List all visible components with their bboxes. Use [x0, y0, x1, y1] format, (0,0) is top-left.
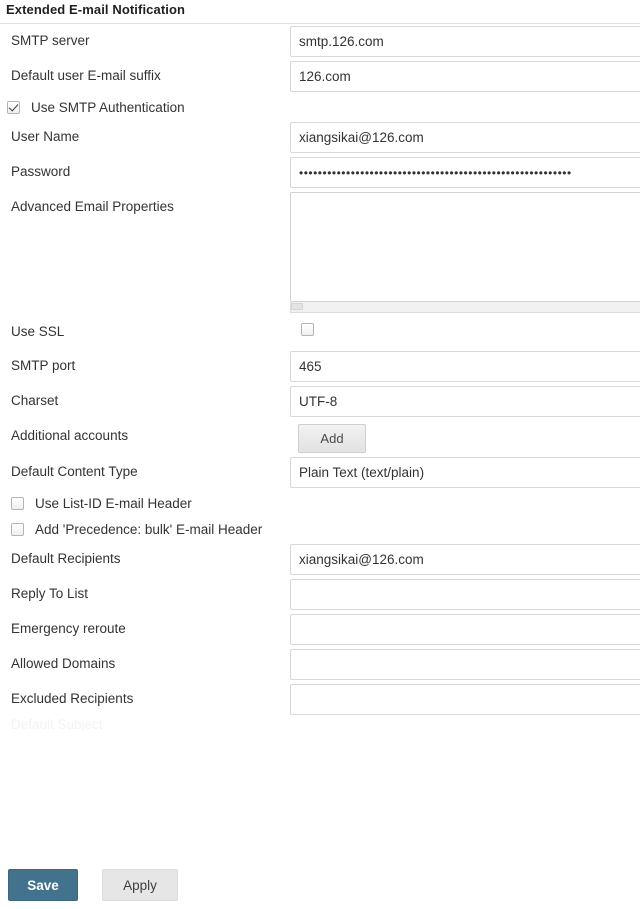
- scrollbar-thumb[interactable]: [291, 303, 303, 310]
- password-input[interactable]: [290, 157, 640, 188]
- label-charset: Charset: [11, 393, 59, 408]
- save-button[interactable]: Save: [8, 869, 78, 901]
- label-reply-to-list: Reply To List: [11, 586, 89, 601]
- row-use-ssl: Use SSL: [0, 315, 640, 349]
- row-password: Password: [0, 155, 640, 190]
- row-allowed-domains: Allowed Domains: [0, 647, 640, 682]
- use-list-id-header-label: Use List-ID E-mail Header: [35, 495, 192, 511]
- label-smtp-server: SMTP server: [11, 33, 90, 48]
- use-smtp-auth-label: Use SMTP Authentication: [31, 99, 185, 115]
- reply-to-list-input[interactable]: [290, 579, 640, 610]
- row-smtp-server: SMTP server: [0, 24, 640, 59]
- label-allowed-domains: Allowed Domains: [11, 656, 116, 671]
- row-additional-accounts: Additional accounts Add: [0, 419, 640, 455]
- settings-form: SMTP server Default user E-mail suffix U…: [0, 24, 640, 751]
- user-name-input[interactable]: [290, 122, 640, 153]
- row-user-name: User Name: [0, 120, 640, 155]
- advanced-properties-hscrollbar[interactable]: [290, 302, 640, 313]
- label-clipped-next: Default Subject: [11, 717, 103, 731]
- add-account-button[interactable]: Add: [298, 424, 366, 453]
- row-smtp-port: SMTP port: [0, 349, 640, 384]
- row-excluded-recipients: Excluded Recipients: [0, 682, 640, 717]
- emergency-reroute-input[interactable]: [290, 614, 640, 645]
- label-password: Password: [11, 164, 71, 179]
- row-advanced-properties: Advanced Email Properties: [0, 190, 640, 315]
- label-default-recipients: Default Recipients: [11, 551, 121, 566]
- label-smtp-port: SMTP port: [11, 358, 76, 373]
- row-default-recipients: Default Recipients: [0, 542, 640, 577]
- row-use-list-id-header[interactable]: Use List-ID E-mail Header: [0, 490, 640, 516]
- use-ssl-checkbox[interactable]: [301, 323, 314, 336]
- label-emergency-reroute: Emergency reroute: [11, 621, 126, 636]
- use-smtp-auth-checkbox[interactable]: [7, 100, 20, 114]
- row-precedence-bulk-header[interactable]: Add 'Precedence: bulk' E-mail Header: [0, 516, 640, 542]
- excluded-recipients-input[interactable]: [290, 684, 640, 715]
- apply-button[interactable]: Apply: [102, 869, 178, 901]
- form-footer-bar: Save Apply: [0, 861, 640, 909]
- label-email-suffix: Default user E-mail suffix: [11, 68, 161, 83]
- advanced-properties-wrapper: [290, 192, 640, 313]
- precedence-bulk-header-checkbox[interactable]: [11, 522, 24, 536]
- smtp-port-input[interactable]: [290, 351, 640, 382]
- use-list-id-header-checkbox[interactable]: [11, 496, 24, 510]
- smtp-server-input[interactable]: [290, 26, 640, 57]
- label-advanced-properties: Advanced Email Properties: [11, 199, 174, 214]
- label-additional-accounts: Additional accounts: [11, 428, 129, 443]
- advanced-properties-textarea[interactable]: [290, 192, 640, 302]
- precedence-bulk-header-label: Add 'Precedence: bulk' E-mail Header: [35, 521, 263, 537]
- allowed-domains-input[interactable]: [290, 649, 640, 680]
- row-email-suffix: Default user E-mail suffix: [0, 59, 640, 94]
- label-use-ssl: Use SSL: [11, 324, 65, 339]
- email-notification-panel: Extended E-mail Notification SMTP server…: [0, 0, 640, 751]
- row-reply-to-list: Reply To List: [0, 577, 640, 612]
- label-user-name: User Name: [11, 129, 80, 144]
- row-default-content-type: Default Content Type Plain Text (text/pl…: [0, 455, 640, 490]
- row-clipped-next: Default Subject: [0, 717, 640, 751]
- default-recipients-input[interactable]: [290, 544, 640, 575]
- label-default-content-type: Default Content Type: [11, 464, 138, 479]
- charset-input[interactable]: [290, 386, 640, 417]
- page-title: Extended E-mail Notification: [6, 2, 186, 17]
- row-emergency-reroute: Emergency reroute: [0, 612, 640, 647]
- row-charset: Charset: [0, 384, 640, 419]
- label-excluded-recipients: Excluded Recipients: [11, 691, 134, 706]
- default-content-type-select[interactable]: Plain Text (text/plain): [290, 457, 640, 488]
- email-suffix-input[interactable]: [290, 61, 640, 92]
- row-use-smtp-auth[interactable]: Use SMTP Authentication: [0, 94, 640, 120]
